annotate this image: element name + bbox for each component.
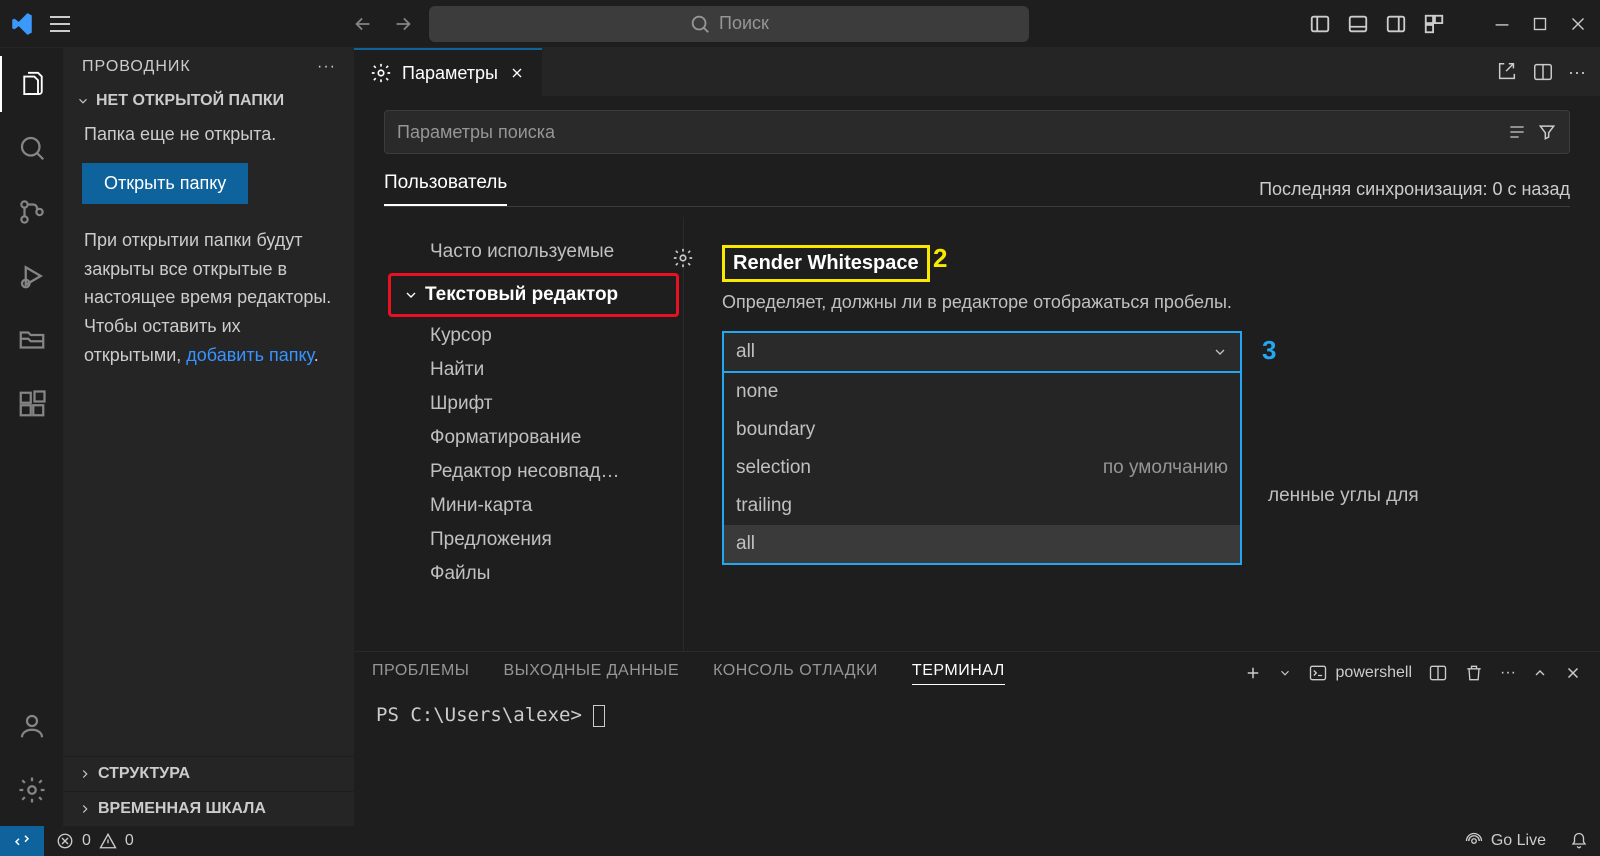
tree-item[interactable]: Предложения xyxy=(384,523,683,557)
outline-section[interactable]: СТРУКТУРА xyxy=(64,756,354,791)
tab-settings[interactable]: Параметры xyxy=(354,48,542,96)
tree-item[interactable]: Мини-карта xyxy=(384,489,683,523)
editor-more-icon[interactable]: ··· xyxy=(1568,62,1586,83)
tab-label: Параметры xyxy=(402,63,498,84)
panel-tab-output[interactable]: ВЫХОДНЫЕ ДАННЫЕ xyxy=(503,662,679,684)
terminal-cursor xyxy=(593,705,605,727)
terminal-body[interactable]: PS C:\Users\alexe> xyxy=(354,694,1600,737)
dropdown-option[interactable]: none xyxy=(724,373,1240,411)
close-panel-icon[interactable] xyxy=(1564,664,1582,682)
tree-item[interactable]: Шрифт xyxy=(384,387,683,421)
nav-forward-icon[interactable] xyxy=(389,10,417,38)
maximize-panel-icon[interactable] xyxy=(1532,665,1548,681)
setting-description: Определяет, должны ли в редакторе отобра… xyxy=(722,292,1556,313)
split-terminal-icon[interactable] xyxy=(1428,663,1448,683)
settings-editor: Параметры поиска Пользователь Последняя … xyxy=(354,96,1600,651)
dropdown-option[interactable]: selectionпо умолчанию xyxy=(724,449,1240,487)
partial-text: ленные углы для xyxy=(1268,485,1419,507)
split-editor-icon[interactable] xyxy=(1532,61,1554,83)
terminal-dropdown-icon[interactable] xyxy=(1278,666,1292,680)
clear-search-icon[interactable] xyxy=(1507,122,1527,142)
maximize-icon[interactable] xyxy=(1526,10,1554,38)
explorer-sidebar: ПРОВОДНИК ··· НЕТ ОТКРЫТОЙ ПАПКИ Папка е… xyxy=(64,48,354,826)
layout-customize-icon[interactable] xyxy=(1420,10,1448,38)
scope-user-tab[interactable]: Пользователь xyxy=(384,172,507,206)
layout-sidebar-right-icon[interactable] xyxy=(1382,10,1410,38)
setting-title: Render Whitespace xyxy=(722,245,930,282)
activity-search-icon[interactable] xyxy=(0,120,64,176)
sync-status-text: Последняя синхронизация: 0 с назад xyxy=(1259,179,1570,200)
annotation-3: 3 xyxy=(1262,335,1276,366)
dropdown-option[interactable]: all xyxy=(724,525,1240,563)
settings-content: Render Whitespace 2 Определяет, должны л… xyxy=(684,217,1570,651)
activity-settings-icon[interactable] xyxy=(0,762,64,818)
sidebar-title: ПРОВОДНИК xyxy=(82,58,191,76)
panel-tab-terminal[interactable]: ТЕРМИНАЛ xyxy=(912,662,1005,685)
shell-icon[interactable]: powershell xyxy=(1308,663,1412,683)
timeline-section[interactable]: ВРЕМЕННАЯ ШКАЛА xyxy=(64,791,354,826)
activity-extensions-icon[interactable] xyxy=(0,376,64,432)
close-window-icon[interactable] xyxy=(1564,10,1592,38)
tree-item[interactable]: Форматирование xyxy=(384,421,683,455)
setting-dropdown[interactable]: all xyxy=(722,331,1242,373)
new-terminal-icon[interactable] xyxy=(1244,664,1262,682)
menu-icon[interactable] xyxy=(48,12,72,36)
folder-not-open-text: Папка еще не открыта. xyxy=(76,116,342,163)
command-center-search[interactable]: Поиск xyxy=(429,6,1029,42)
activity-debug-icon[interactable] xyxy=(0,248,64,304)
kill-terminal-icon[interactable] xyxy=(1464,663,1484,683)
tree-item[interactable]: Файлы xyxy=(384,557,683,591)
dropdown-option[interactable]: boundary xyxy=(724,411,1240,449)
tree-frequently-used[interactable]: Часто используемые xyxy=(384,233,683,271)
layout-panel-icon[interactable] xyxy=(1344,10,1372,38)
tree-item[interactable]: Найти xyxy=(384,353,683,387)
activity-explorer-icon[interactable] xyxy=(0,56,64,112)
minimize-icon[interactable] xyxy=(1488,10,1516,38)
settings-search-input[interactable]: Параметры поиска xyxy=(384,110,1570,154)
dropdown-list: none boundary selectionпо умолчанию trai… xyxy=(722,373,1242,565)
annotation-2: 2 xyxy=(933,243,947,274)
editor-area: Параметры ··· Параметры поиска xyxy=(354,48,1600,826)
activity-bar xyxy=(0,48,64,826)
panel-tab-debug[interactable]: КОНСОЛЬ ОТЛАДКИ xyxy=(713,662,878,684)
bottom-panel: ПРОБЛЕМЫ ВЫХОДНЫЕ ДАННЫЕ КОНСОЛЬ ОТЛАДКИ… xyxy=(354,651,1600,826)
filter-icon[interactable] xyxy=(1537,122,1557,142)
sidebar-more-icon[interactable]: ··· xyxy=(317,58,336,76)
search-placeholder: Поиск xyxy=(719,13,769,34)
tree-item[interactable]: Курсор xyxy=(384,319,683,353)
panel-tab-problems[interactable]: ПРОБЛЕМЫ xyxy=(372,662,469,684)
activity-scm-icon[interactable] xyxy=(0,184,64,240)
editor-tabs: Параметры ··· xyxy=(354,48,1600,96)
status-problems[interactable]: 0 0 xyxy=(44,832,146,850)
no-folder-section[interactable]: НЕТ ОТКРЫТОЙ ПАПКИ xyxy=(76,86,342,116)
close-tab-icon[interactable] xyxy=(508,64,526,82)
sidebar-info-text: При открытии папки будут закрыты все отк… xyxy=(76,222,342,384)
activity-folder-icon[interactable] xyxy=(0,312,64,368)
tree-text-editor[interactable]: Текстовый редактор xyxy=(388,273,679,317)
add-folder-link[interactable]: добавить папку xyxy=(186,345,313,365)
status-bar: 0 0 Go Live xyxy=(0,826,1600,856)
dropdown-option[interactable]: trailing xyxy=(724,487,1240,525)
main-area: ПРОВОДНИК ··· НЕТ ОТКРЫТОЙ ПАПКИ Папка е… xyxy=(0,48,1600,826)
layout-sidebar-left-icon[interactable] xyxy=(1306,10,1334,38)
open-folder-button[interactable]: Открыть папку xyxy=(82,163,248,204)
titlebar: Поиск xyxy=(0,0,1600,48)
setting-gear-icon[interactable] xyxy=(672,247,694,269)
remote-indicator[interactable] xyxy=(0,826,44,856)
settings-tree: Часто используемые 1 Текстовый редактор … xyxy=(384,217,684,651)
status-golive[interactable]: Go Live xyxy=(1453,832,1558,850)
chevron-down-icon xyxy=(1212,344,1228,360)
open-json-icon[interactable] xyxy=(1496,61,1518,83)
nav-back-icon[interactable] xyxy=(349,10,377,38)
panel-more-icon[interactable]: ··· xyxy=(1500,664,1516,682)
vscode-logo-icon xyxy=(8,10,36,38)
status-bell-icon[interactable] xyxy=(1558,832,1600,850)
tree-item[interactable]: Редактор несовпад… xyxy=(384,455,683,489)
activity-account-icon[interactable] xyxy=(0,698,64,754)
